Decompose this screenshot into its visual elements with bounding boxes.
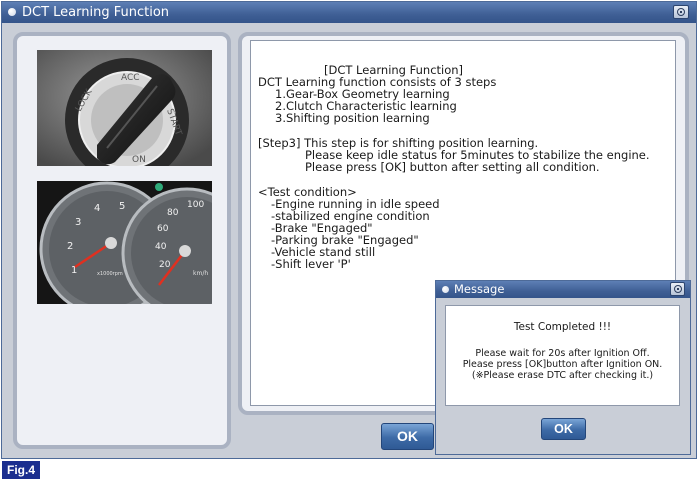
dialog-menu-icon[interactable] [442, 286, 449, 293]
message-line: Please wait for 20s after Ignition Off. [475, 348, 650, 359]
instruction-line: 3.Shifting position learning [275, 111, 430, 125]
message-status: Test Completed !!! [513, 321, 612, 333]
camera-icon [677, 8, 685, 16]
dialog-title: Message [454, 282, 505, 296]
window-menu-icon[interactable] [8, 8, 16, 16]
speed-tick-100: 100 [187, 200, 204, 210]
speed-tick-80: 80 [167, 208, 179, 218]
dialog-titlebar: Message [436, 281, 690, 298]
tach-tick-2: 2 [67, 241, 73, 252]
tach-unit: x1000rpm [97, 271, 123, 277]
speed-unit: km/h [193, 270, 208, 277]
message-line: (※Please erase DTC after checking it.) [471, 370, 654, 381]
dialog-capture-button[interactable] [670, 282, 685, 296]
instrument-cluster-photo: 1 2 3 4 5 6 x1000rpm 100 80 60 40 20 km/… [37, 181, 212, 304]
tach-tick-4: 4 [94, 203, 100, 214]
message-box: Test Completed !!! Please wait for 20s a… [445, 305, 680, 406]
speed-tick-20: 20 [159, 260, 171, 270]
window-title: DCT Learning Function [22, 5, 170, 20]
message-dialog: Message Test Completed !!! Please wait f… [435, 280, 691, 455]
speed-tick-60: 60 [157, 224, 169, 234]
dialog-ok-button[interactable]: OK [541, 418, 586, 440]
ignition-key-photo: LOCK ACC START ON [37, 50, 212, 166]
tach-tick-3: 3 [75, 217, 81, 228]
tach-tick-5: 5 [119, 201, 125, 212]
test-condition-item: -Shift lever 'P' [271, 257, 351, 271]
message-line: Please press [OK]button after Ignition O… [462, 359, 663, 370]
camera-icon [674, 285, 682, 293]
window-titlebar: DCT Learning Function [2, 2, 696, 23]
ok-button[interactable]: OK [381, 423, 434, 450]
on-label: ON [132, 155, 146, 165]
capture-button[interactable] [673, 5, 689, 19]
speed-tick-40: 40 [155, 242, 167, 252]
instruction-line: Please press [OK] button after setting a… [305, 160, 600, 174]
acc-label: ACC [121, 73, 140, 83]
image-panel: LOCK ACC START ON 1 2 3 4 5 6 x1000rpm [13, 32, 231, 449]
figure-label: Fig.4 [2, 461, 40, 479]
